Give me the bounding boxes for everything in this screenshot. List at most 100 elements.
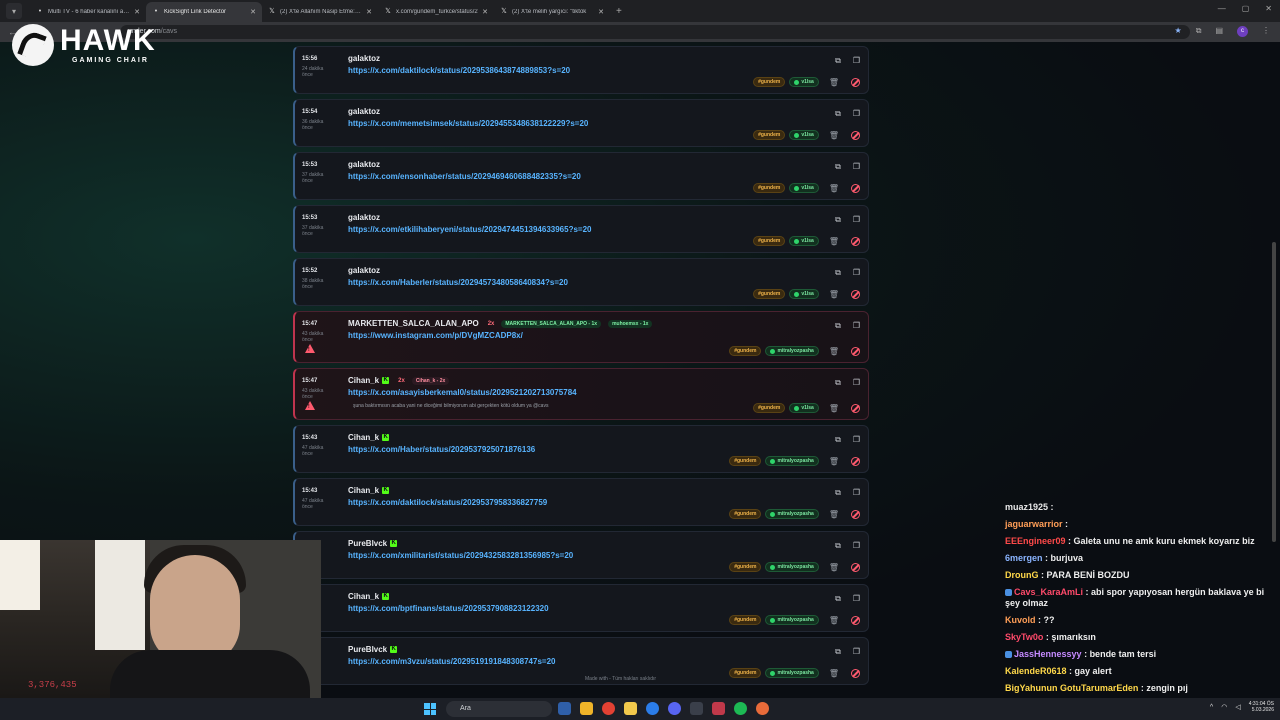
trash-icon[interactable]: 🗑 — [829, 237, 839, 246]
ban-icon[interactable] — [851, 346, 860, 356]
trash-icon[interactable]: 🗑 — [829, 616, 839, 625]
ban-icon[interactable] — [851, 668, 860, 678]
card-link[interactable]: https://x.com/daktilock/status/202953864… — [348, 66, 570, 75]
chat-username[interactable]: Kuvold — [1005, 615, 1036, 625]
chat-username[interactable]: BigYahunun GotuTarumarEden — [1005, 683, 1138, 693]
menu-icon[interactable]: ⋮ — [1262, 26, 1270, 37]
open-link-icon[interactable]: ⧉ — [835, 268, 841, 278]
trash-icon[interactable]: 🗑 — [829, 404, 839, 413]
trash-icon[interactable]: 🗑 — [829, 563, 839, 572]
browser-tab[interactable]: 𝕏x.com/gundem_turkce/status/2 ✕ — [378, 2, 494, 22]
ban-icon[interactable] — [851, 130, 860, 140]
browser-tab[interactable]: • Multi TV - 6 haber kanalını aynı ✕ — [30, 2, 146, 22]
chat-username[interactable]: muaz1925 — [1005, 502, 1048, 512]
browser-tab[interactable]: 𝕏 (2) X'te melih yargıcı: "tiktok ✕ — [494, 2, 610, 22]
ban-icon[interactable] — [851, 403, 860, 413]
tab-close-icon[interactable]: ✕ — [134, 8, 140, 16]
open-link-icon[interactable]: ⧉ — [835, 435, 841, 445]
discord-icon[interactable] — [668, 702, 681, 715]
card-link[interactable]: https://x.com/asayisberkemal0/status/202… — [348, 388, 577, 397]
chat-username[interactable]: Cavs_KaraAmLi — [1014, 587, 1083, 597]
ban-icon[interactable] — [851, 509, 860, 519]
trash-icon[interactable]: 🗑 — [829, 347, 839, 356]
sidebar-icon[interactable]: ▤ — [1215, 26, 1223, 37]
volume-icon[interactable]: ◁ — [1235, 703, 1240, 711]
card-link[interactable]: https://x.com/etkilihaberyeni/status/202… — [348, 225, 591, 234]
new-tab-button[interactable]: + — [616, 6, 622, 17]
chat-username[interactable]: EEEngineer09 — [1005, 536, 1066, 546]
chrome-icon[interactable] — [602, 702, 615, 715]
card-link[interactable]: https://x.com/m3vzu/status/2029519191848… — [348, 657, 555, 666]
copy-icon[interactable]: ❐ — [853, 215, 860, 225]
copy-icon[interactable]: ❐ — [853, 321, 860, 331]
copy-icon[interactable]: ❐ — [853, 56, 860, 66]
card-link[interactable]: https://x.com/ensonhaber/status/20294694… — [348, 172, 581, 181]
trash-icon[interactable]: 🗑 — [829, 510, 839, 519]
mail-icon[interactable] — [712, 702, 725, 715]
chat-username[interactable]: DrounG — [1005, 570, 1039, 580]
page-scrollbar[interactable] — [1272, 242, 1276, 542]
copy-icon[interactable]: ❐ — [853, 378, 860, 388]
task-view-icon[interactable] — [558, 702, 571, 715]
copy-icon[interactable]: ❐ — [853, 488, 860, 498]
folder-icon[interactable] — [624, 702, 637, 715]
chat-username[interactable]: JassHennessyy — [1014, 649, 1082, 659]
ban-icon[interactable] — [851, 77, 860, 87]
ban-icon[interactable] — [851, 456, 860, 466]
open-link-icon[interactable]: ⧉ — [835, 56, 841, 66]
card-link[interactable]: https://x.com/daktilock/status/202953795… — [348, 498, 547, 507]
chat-username[interactable]: jaguarwarrior — [1005, 519, 1063, 529]
windows-start-icon[interactable] — [424, 703, 436, 715]
url-input[interactable]: under.com/cavs — [120, 25, 1190, 39]
copy-icon[interactable]: ❐ — [853, 647, 860, 657]
clock[interactable]: 4:31:04 ÖS 5.03.2026 — [1249, 701, 1274, 713]
browser-tab[interactable]: • KickSight Link Detector ✕ — [146, 2, 262, 22]
card-link[interactable]: https://x.com/bptfinans/status/202953790… — [348, 604, 549, 613]
open-link-icon[interactable]: ⧉ — [835, 378, 841, 388]
open-link-icon[interactable]: ⧉ — [835, 488, 841, 498]
minimize-icon[interactable]: — — [1218, 4, 1226, 13]
tab-close-icon[interactable]: ✕ — [598, 8, 604, 16]
chat-username[interactable]: 6mergen — [1005, 553, 1043, 563]
open-link-icon[interactable]: ⧉ — [835, 162, 841, 172]
trash-icon[interactable]: 🗑 — [829, 290, 839, 299]
extensions-icon[interactable]: ⧉ — [1196, 26, 1202, 37]
tab-close-icon[interactable]: ✕ — [482, 8, 488, 16]
copy-icon[interactable]: ❐ — [853, 109, 860, 119]
trash-icon[interactable]: 🗑 — [829, 669, 839, 678]
open-link-icon[interactable]: ⧉ — [835, 109, 841, 119]
browser-tab[interactable]: 𝕏 (2) X'te Allahım Nasip Etme: "G ✕ — [262, 2, 378, 22]
card-link[interactable]: https://x.com/Haber/status/2029537925071… — [348, 445, 535, 454]
copy-icon[interactable]: ❐ — [853, 435, 860, 445]
copy-icon[interactable]: ❐ — [853, 594, 860, 604]
open-link-icon[interactable]: ⧉ — [835, 215, 841, 225]
bookmark-star-icon[interactable]: ★ — [1175, 26, 1182, 37]
ban-icon[interactable] — [851, 562, 860, 572]
trash-icon[interactable]: 🗑 — [829, 184, 839, 193]
edge-icon[interactable] — [646, 702, 659, 715]
ban-icon[interactable] — [851, 236, 860, 246]
copy-icon[interactable]: ❐ — [853, 268, 860, 278]
obs-icon[interactable] — [756, 702, 769, 715]
spotify-icon[interactable] — [734, 702, 747, 715]
close-window-icon[interactable]: ✕ — [1265, 4, 1272, 13]
steam-icon[interactable] — [690, 702, 703, 715]
profile-avatar[interactable]: c — [1237, 26, 1248, 37]
copy-icon[interactable]: ❐ — [853, 162, 860, 172]
open-link-icon[interactable]: ⧉ — [835, 321, 841, 331]
card-link[interactable]: https://x.com/Haberler/status/2029457348… — [348, 278, 568, 287]
chat-username[interactable]: SkyTw0o — [1005, 632, 1043, 642]
open-link-icon[interactable]: ⧉ — [835, 541, 841, 551]
chat-username[interactable]: KalendeR0618 — [1005, 666, 1067, 676]
open-link-icon[interactable]: ⧉ — [835, 647, 841, 657]
card-link[interactable]: https://www.instagram.com/p/DVgMZCADP8x/ — [348, 331, 523, 340]
maximize-icon[interactable]: ▢ — [1242, 4, 1250, 13]
tab-close-icon[interactable]: ✕ — [366, 8, 372, 16]
card-link[interactable]: https://x.com/memetsimsek/status/2029455… — [348, 119, 588, 128]
ban-icon[interactable] — [851, 289, 860, 299]
open-link-icon[interactable]: ⧉ — [835, 594, 841, 604]
tab-close-icon[interactable]: ✕ — [250, 8, 256, 16]
ban-icon[interactable] — [851, 615, 860, 625]
trash-icon[interactable]: 🗑 — [829, 131, 839, 140]
ban-icon[interactable] — [851, 183, 860, 193]
